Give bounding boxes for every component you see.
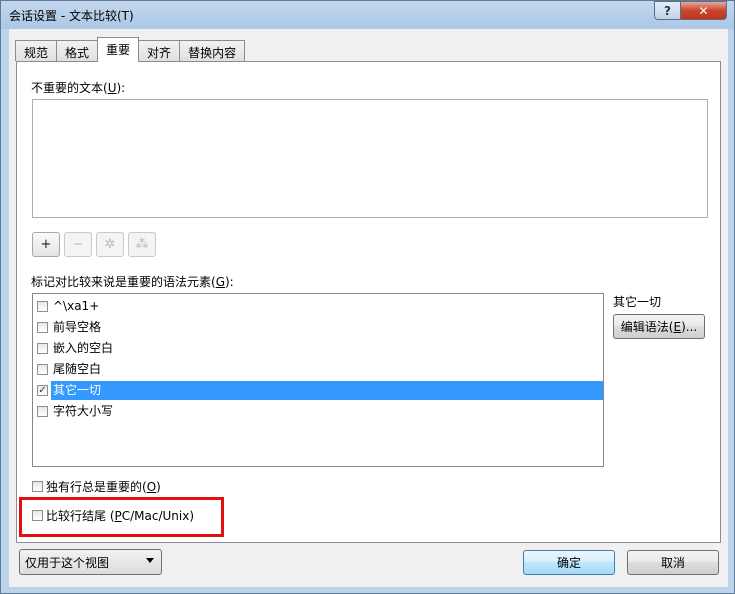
help-button[interactable]: ? — [654, 1, 681, 20]
list-item-checkbox[interactable] — [37, 343, 48, 354]
minus-icon: − — [72, 237, 84, 252]
list-item-label: 尾随空白 — [53, 362, 102, 376]
title-bar[interactable]: 会话设置 - 文本比较(T) ? ✕ — [1, 1, 734, 29]
plus-icon: + — [40, 237, 52, 252]
tab-important[interactable]: 重要 — [97, 37, 140, 62]
tab-format[interactable]: 格式 — [56, 40, 99, 61]
annotation-highlight-box — [19, 497, 224, 537]
remove-button[interactable]: − — [64, 232, 92, 257]
list-item[interactable]: 字符大小写 — [33, 401, 603, 422]
list-item-checkbox[interactable] — [37, 406, 48, 417]
check-mark-icon: ✓ — [38, 384, 47, 396]
list-item-label: 嵌入的空白 — [53, 341, 114, 355]
unimportant-text-input[interactable] — [32, 99, 708, 218]
edit-syntax-button[interactable]: 编辑语法(E)... — [613, 314, 705, 339]
close-button[interactable]: ✕ — [680, 1, 727, 20]
cancel-button[interactable]: 取消 — [627, 550, 719, 575]
scope-dropdown[interactable]: 仅用于这个视图 — [19, 549, 162, 575]
unimportant-text-label: 不重要的文本(U): — [31, 81, 126, 95]
list-item-label: 字符大小写 — [53, 404, 114, 418]
list-item[interactable]: ✓ 其它一切 — [33, 380, 603, 401]
close-icon: ✕ — [698, 3, 709, 18]
list-item-checkbox[interactable]: ✓ — [37, 385, 48, 396]
list-item-checkbox[interactable] — [37, 364, 48, 375]
list-item-label: 其它一切 — [51, 381, 603, 400]
unique-lines-label: 独有行总是重要的(O) — [46, 480, 161, 494]
list-item[interactable]: ^\xa1+ — [33, 296, 603, 317]
users-icon: ⁂ — [135, 237, 149, 252]
list-item-label: 前导空格 — [53, 320, 102, 334]
unique-lines-option[interactable]: 独有行总是重要的(O) — [32, 478, 161, 495]
list-item[interactable]: 尾随空白 — [33, 359, 603, 380]
help-icon: ? — [664, 3, 671, 18]
list-item-checkbox[interactable] — [37, 301, 48, 312]
add-button[interactable]: + — [32, 232, 60, 257]
tab-page-important: 不重要的文本(U): + − ✲ ⁂ 标记对比较来说是重要的语法元素(G): ^… — [16, 61, 721, 543]
chevron-down-icon — [146, 558, 154, 563]
window-title: 会话设置 - 文本比较(T) — [9, 9, 134, 23]
scope-dropdown-value: 仅用于这个视图 — [25, 555, 110, 570]
tab-spec[interactable]: 规范 — [15, 40, 58, 61]
tab-strip: 规范 格式 重要 对齐 替换内容 — [15, 37, 246, 62]
list-item[interactable]: 前导空格 — [33, 317, 603, 338]
dialog-window: 会话设置 - 文本比较(T) ? ✕ 规范 格式 重要 对齐 替换内容 不重要的… — [0, 0, 735, 594]
settings-button[interactable]: ✲ — [96, 232, 124, 257]
list-item-checkbox[interactable] — [37, 322, 48, 333]
unique-lines-checkbox[interactable] — [32, 481, 43, 492]
selected-syntax-name: 其它一切 — [613, 295, 662, 309]
group-button[interactable]: ⁂ — [128, 232, 156, 257]
dialog-client: 规范 格式 重要 对齐 替换内容 不重要的文本(U): + − ✲ ⁂ 标记对比… — [9, 29, 728, 587]
tab-alignment[interactable]: 对齐 — [138, 40, 181, 61]
syntax-elements-list[interactable]: ^\xa1+ 前导空格 嵌入的空白 尾随空白 ✓ 其它一切 字符大小写 — [32, 293, 604, 467]
ok-button[interactable]: 确定 — [523, 550, 615, 575]
list-item-label: ^\xa1+ — [53, 299, 100, 313]
syntax-elements-label: 标记对比较来说是重要的语法元素(G): — [31, 275, 234, 289]
list-item[interactable]: 嵌入的空白 — [33, 338, 603, 359]
gear-icon: ✲ — [104, 237, 116, 252]
tab-replacements[interactable]: 替换内容 — [179, 40, 246, 61]
